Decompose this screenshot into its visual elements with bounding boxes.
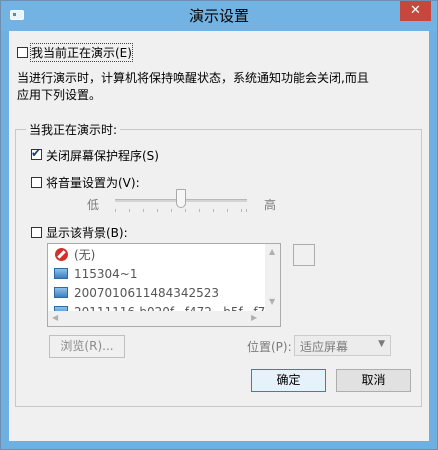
position-label: 位置(P):: [247, 340, 292, 354]
browse-button[interactable]: 浏览(R)...: [49, 335, 125, 358]
screensaver-label[interactable]: 关闭屏幕保护程序(S): [46, 147, 159, 164]
no-entry-icon: [55, 248, 68, 261]
scroll-up-icon[interactable]: ▲: [269, 248, 275, 256]
screensaver-checkbox[interactable]: [31, 146, 42, 160]
scroll-right-icon[interactable]: ▶: [251, 314, 257, 322]
cancel-button[interactable]: 取消: [336, 369, 411, 392]
scroll-left-icon[interactable]: ◀: [52, 314, 58, 322]
presentation-settings-window: 演示设置 ✕ 我当前正在演示(E) 当进行演示时，计算机将保持唤醒状态，系统通知…: [0, 0, 438, 450]
description-line-2: 应用下列设置。: [17, 88, 102, 102]
background-label[interactable]: 显示该背景(B):: [46, 224, 128, 241]
dialog-body: 我当前正在演示(E) 当进行演示时，计算机将保持唤醒状态，系统通知功能会关闭,而…: [9, 31, 429, 441]
horizontal-scrollbar[interactable]: ◀ ▶: [48, 311, 265, 326]
vertical-scrollbar[interactable]: ▲ ▼: [265, 244, 280, 311]
volume-low-label: 低: [87, 198, 100, 212]
volume-checkbox[interactable]: [31, 177, 42, 188]
background-checkbox[interactable]: [31, 227, 42, 238]
close-button[interactable]: ✕: [400, 1, 431, 21]
volume-slider-ticks: [115, 209, 247, 213]
title-bar[interactable]: 演示设置 ✕: [1, 1, 437, 31]
background-preview: [293, 244, 315, 266]
background-list[interactable]: (无) 115304~1 2007010611484342523 2011111…: [47, 243, 281, 327]
scroll-down-icon[interactable]: ▼: [269, 298, 275, 306]
group-title: 当我正在演示时:: [26, 121, 121, 138]
image-icon: [54, 268, 68, 279]
presenting-checkbox[interactable]: [17, 47, 28, 58]
volume-slider-thumb[interactable]: [176, 189, 186, 208]
description-line-1: 当进行演示时，计算机将保持唤醒状态，系统通知功能会关闭,而且: [17, 71, 369, 85]
volume-label[interactable]: 将音量设置为(V):: [46, 174, 140, 191]
volume-high-label: 高: [264, 198, 277, 212]
window-title: 演示设置: [188, 7, 249, 25]
image-icon: [54, 287, 68, 298]
scrollbar-corner: [265, 311, 280, 326]
position-select[interactable]: 适应屏幕 ▼: [294, 335, 391, 356]
chevron-down-icon: ▼: [378, 339, 385, 349]
presenting-label[interactable]: 我当前正在演示(E): [30, 43, 133, 62]
ok-button[interactable]: 确定: [251, 369, 326, 392]
